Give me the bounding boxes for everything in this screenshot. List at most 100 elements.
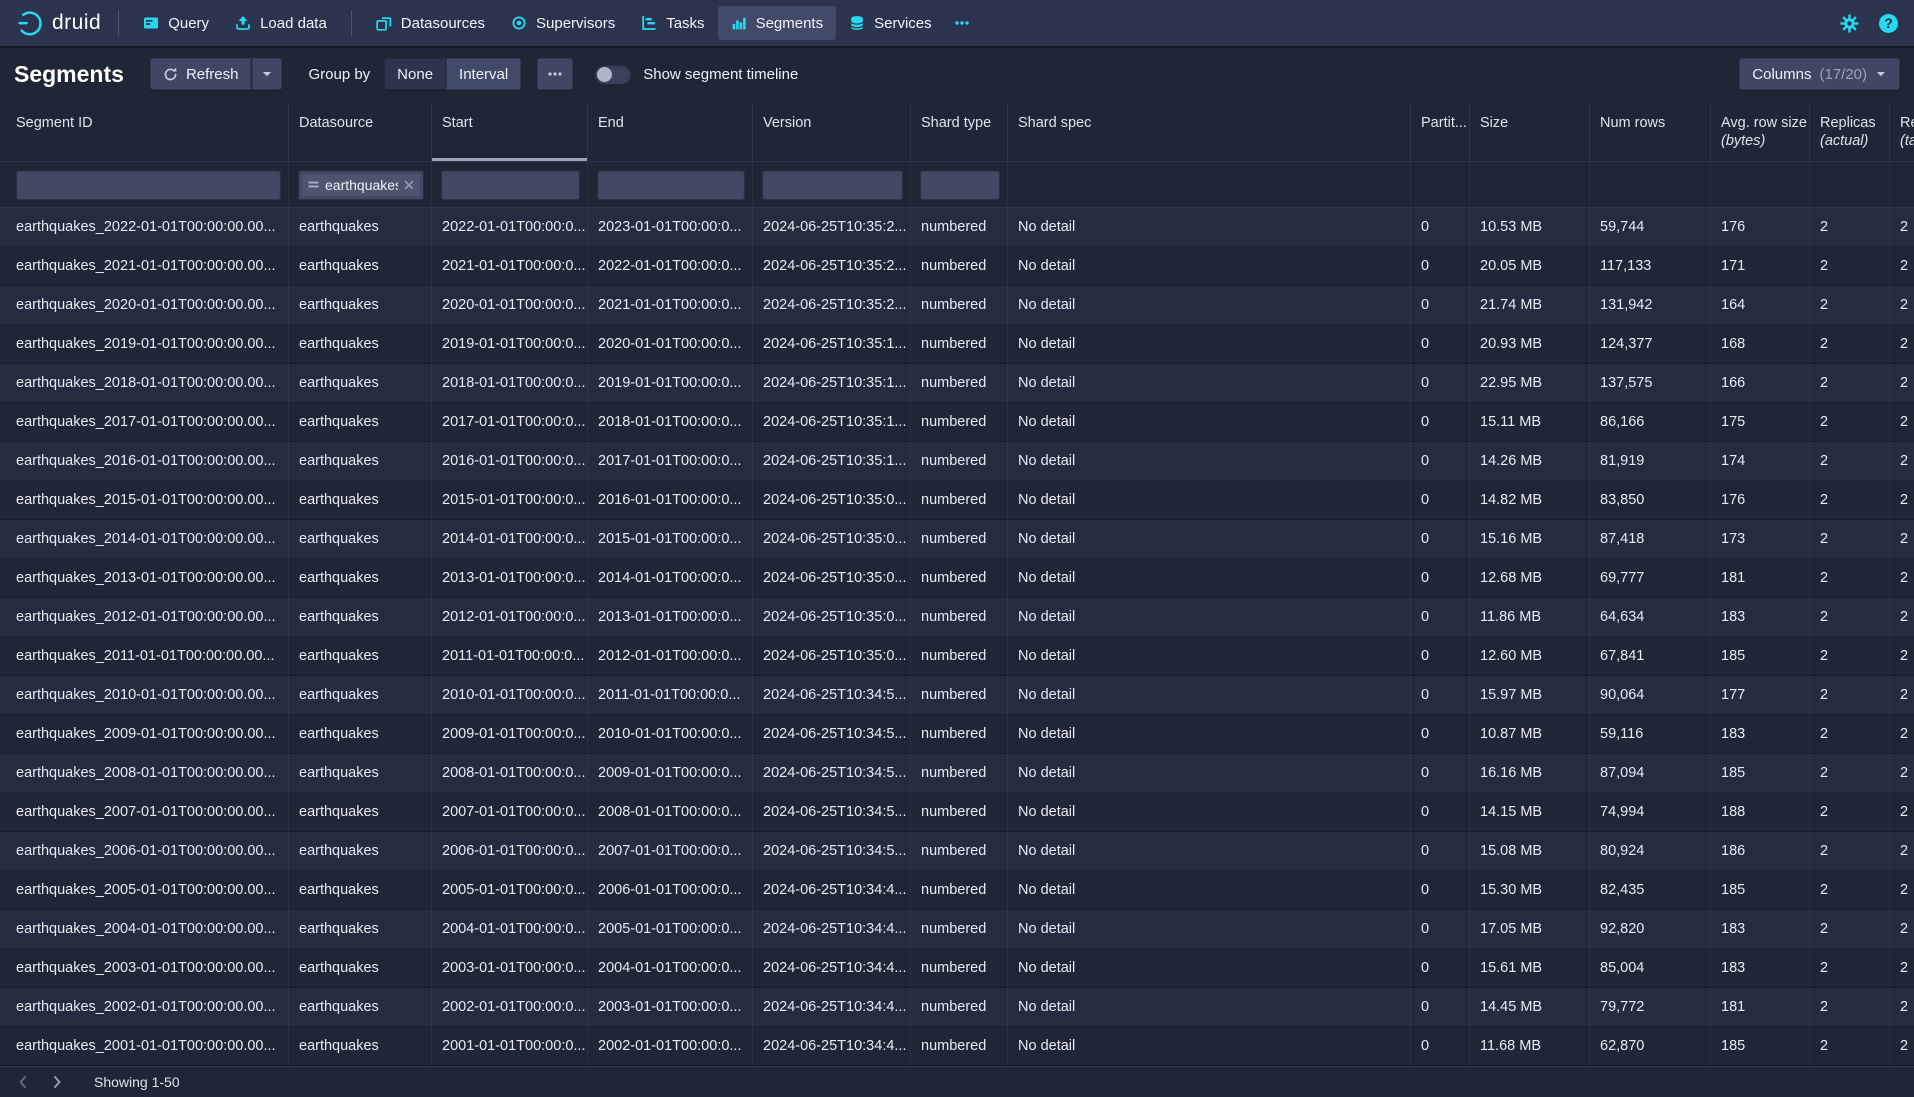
- cell-replication_factor[interactable]: 2: [1890, 208, 1914, 246]
- column-header-shard_type[interactable]: Shard type: [911, 102, 1008, 161]
- cell-replicas[interactable]: 2: [1810, 520, 1890, 558]
- cell-version[interactable]: 2024-06-25T10:35:2...: [753, 247, 911, 285]
- cell-segment_id[interactable]: earthquakes_2001-01-01T00:00:00.00...: [0, 1027, 289, 1065]
- cell-start[interactable]: 2014-01-01T00:00:0...: [432, 520, 588, 558]
- cell-partition[interactable]: 0: [1411, 559, 1470, 597]
- cell-avg_row_size[interactable]: 177: [1711, 676, 1810, 714]
- cell-num_rows[interactable]: 92,820: [1590, 910, 1711, 948]
- columns-button[interactable]: Columns (17/20): [1739, 58, 1900, 90]
- cell-shard_type[interactable]: numbered: [911, 286, 1008, 324]
- cell-replication_factor[interactable]: 2: [1890, 949, 1914, 987]
- table-row[interactable]: earthquakes_2020-01-01T00:00:00.00...ear…: [0, 286, 1914, 325]
- cell-num_rows[interactable]: 82,435: [1590, 871, 1711, 909]
- table-row[interactable]: earthquakes_2010-01-01T00:00:00.00...ear…: [0, 676, 1914, 715]
- cell-avg_row_size[interactable]: 185: [1711, 1027, 1810, 1065]
- table-row[interactable]: earthquakes_2007-01-01T00:00:00.00...ear…: [0, 793, 1914, 832]
- cell-version[interactable]: 2024-06-25T10:35:2...: [753, 208, 911, 246]
- cell-num_rows[interactable]: 87,418: [1590, 520, 1711, 558]
- cell-end[interactable]: 2015-01-01T00:00:0...: [588, 520, 753, 558]
- previous-page-button[interactable]: [8, 1070, 38, 1094]
- cell-size[interactable]: 15.08 MB: [1470, 832, 1590, 870]
- filter-taginput-datasource[interactable]: earthquakes: [298, 170, 424, 200]
- cell-datasource[interactable]: earthquakes: [289, 208, 432, 246]
- cell-shard_type[interactable]: numbered: [911, 754, 1008, 792]
- cell-partition[interactable]: 0: [1411, 364, 1470, 402]
- cell-version[interactable]: 2024-06-25T10:34:5...: [753, 676, 911, 714]
- cell-size[interactable]: 15.97 MB: [1470, 676, 1590, 714]
- cell-replicas[interactable]: 2: [1810, 559, 1890, 597]
- column-header-avg_row_size[interactable]: Avg. row size(bytes): [1711, 102, 1810, 161]
- help-icon[interactable]: ?: [1879, 14, 1898, 33]
- cell-shard_type[interactable]: numbered: [911, 247, 1008, 285]
- cell-datasource[interactable]: earthquakes: [289, 1027, 432, 1065]
- cell-size[interactable]: 17.05 MB: [1470, 910, 1590, 948]
- cell-shard_type[interactable]: numbered: [911, 832, 1008, 870]
- cell-partition[interactable]: 0: [1411, 1027, 1470, 1065]
- cell-end[interactable]: 2020-01-01T00:00:0...: [588, 325, 753, 363]
- cell-segment_id[interactable]: earthquakes_2013-01-01T00:00:00.00...: [0, 559, 289, 597]
- cell-start[interactable]: 2004-01-01T00:00:0...: [432, 910, 588, 948]
- cell-start[interactable]: 2020-01-01T00:00:0...: [432, 286, 588, 324]
- cell-datasource[interactable]: earthquakes: [289, 676, 432, 714]
- column-header-datasource[interactable]: Datasource: [289, 102, 432, 161]
- cell-segment_id[interactable]: earthquakes_2015-01-01T00:00:00.00...: [0, 481, 289, 519]
- cell-version[interactable]: 2024-06-25T10:35:0...: [753, 559, 911, 597]
- nav-more-button[interactable]: [945, 6, 979, 40]
- cell-datasource[interactable]: earthquakes: [289, 559, 432, 597]
- cell-end[interactable]: 2021-01-01T00:00:0...: [588, 286, 753, 324]
- cell-version[interactable]: 2024-06-25T10:34:4...: [753, 910, 911, 948]
- cell-segment_id[interactable]: earthquakes_2016-01-01T00:00:00.00...: [0, 442, 289, 480]
- cell-datasource[interactable]: earthquakes: [289, 754, 432, 792]
- cell-version[interactable]: 2024-06-25T10:34:4...: [753, 949, 911, 987]
- cell-end[interactable]: 2023-01-01T00:00:0...: [588, 208, 753, 246]
- cell-segment_id[interactable]: earthquakes_2003-01-01T00:00:00.00...: [0, 949, 289, 987]
- filter-input-shard_type[interactable]: [920, 170, 1000, 200]
- cell-replicas[interactable]: 2: [1810, 325, 1890, 363]
- cell-end[interactable]: 2012-01-01T00:00:0...: [588, 637, 753, 675]
- table-row[interactable]: earthquakes_2004-01-01T00:00:00.00...ear…: [0, 910, 1914, 949]
- cell-segment_id[interactable]: earthquakes_2022-01-01T00:00:00.00...: [0, 208, 289, 246]
- cell-replication_factor[interactable]: 2: [1890, 793, 1914, 831]
- cell-size[interactable]: 14.15 MB: [1470, 793, 1590, 831]
- cell-size[interactable]: 15.16 MB: [1470, 520, 1590, 558]
- cell-start[interactable]: 2007-01-01T00:00:0...: [432, 793, 588, 831]
- cell-end[interactable]: 2013-01-01T00:00:0...: [588, 598, 753, 636]
- column-header-replicas[interactable]: Replicas(actual): [1810, 102, 1890, 161]
- cell-replication_factor[interactable]: 2: [1890, 286, 1914, 324]
- cell-version[interactable]: 2024-06-25T10:34:4...: [753, 988, 911, 1026]
- cell-partition[interactable]: 0: [1411, 520, 1470, 558]
- cell-start[interactable]: 2021-01-01T00:00:0...: [432, 247, 588, 285]
- cell-segment_id[interactable]: earthquakes_2020-01-01T00:00:00.00...: [0, 286, 289, 324]
- refresh-button[interactable]: Refresh: [150, 58, 252, 90]
- table-row[interactable]: earthquakes_2021-01-01T00:00:00.00...ear…: [0, 247, 1914, 286]
- cell-version[interactable]: 2024-06-25T10:34:5...: [753, 793, 911, 831]
- cell-version[interactable]: 2024-06-25T10:34:4...: [753, 1027, 911, 1065]
- cell-start[interactable]: 2006-01-01T00:00:0...: [432, 832, 588, 870]
- cell-shard_spec[interactable]: No detail: [1008, 208, 1411, 246]
- cell-datasource[interactable]: earthquakes: [289, 637, 432, 675]
- cell-partition[interactable]: 0: [1411, 715, 1470, 753]
- cell-end[interactable]: 2019-01-01T00:00:0...: [588, 364, 753, 402]
- cell-replicas[interactable]: 2: [1810, 988, 1890, 1026]
- cell-shard_type[interactable]: numbered: [911, 598, 1008, 636]
- cell-segment_id[interactable]: earthquakes_2008-01-01T00:00:00.00...: [0, 754, 289, 792]
- cell-size[interactable]: 20.93 MB: [1470, 325, 1590, 363]
- table-row[interactable]: earthquakes_2015-01-01T00:00:00.00...ear…: [0, 481, 1914, 520]
- cell-shard_spec[interactable]: No detail: [1008, 247, 1411, 285]
- cell-start[interactable]: 2018-01-01T00:00:0...: [432, 364, 588, 402]
- nav-item-supervisors[interactable]: Supervisors: [498, 6, 628, 40]
- nav-item-segments[interactable]: Segments: [718, 6, 837, 40]
- cell-avg_row_size[interactable]: 183: [1711, 598, 1810, 636]
- cell-num_rows[interactable]: 81,919: [1590, 442, 1711, 480]
- cell-replicas[interactable]: 2: [1810, 793, 1890, 831]
- nav-item-tasks[interactable]: Tasks: [628, 6, 717, 40]
- cell-size[interactable]: 11.68 MB: [1470, 1027, 1590, 1065]
- cell-num_rows[interactable]: 124,377: [1590, 325, 1711, 363]
- table-row[interactable]: earthquakes_2002-01-01T00:00:00.00...ear…: [0, 988, 1914, 1027]
- column-header-replication_factor[interactable]: Replication factor(target): [1890, 102, 1914, 161]
- cell-replication_factor[interactable]: 2: [1890, 910, 1914, 948]
- cell-start[interactable]: 2015-01-01T00:00:0...: [432, 481, 588, 519]
- cell-shard_spec[interactable]: No detail: [1008, 520, 1411, 558]
- cell-shard_type[interactable]: numbered: [911, 208, 1008, 246]
- next-page-button[interactable]: [42, 1070, 72, 1094]
